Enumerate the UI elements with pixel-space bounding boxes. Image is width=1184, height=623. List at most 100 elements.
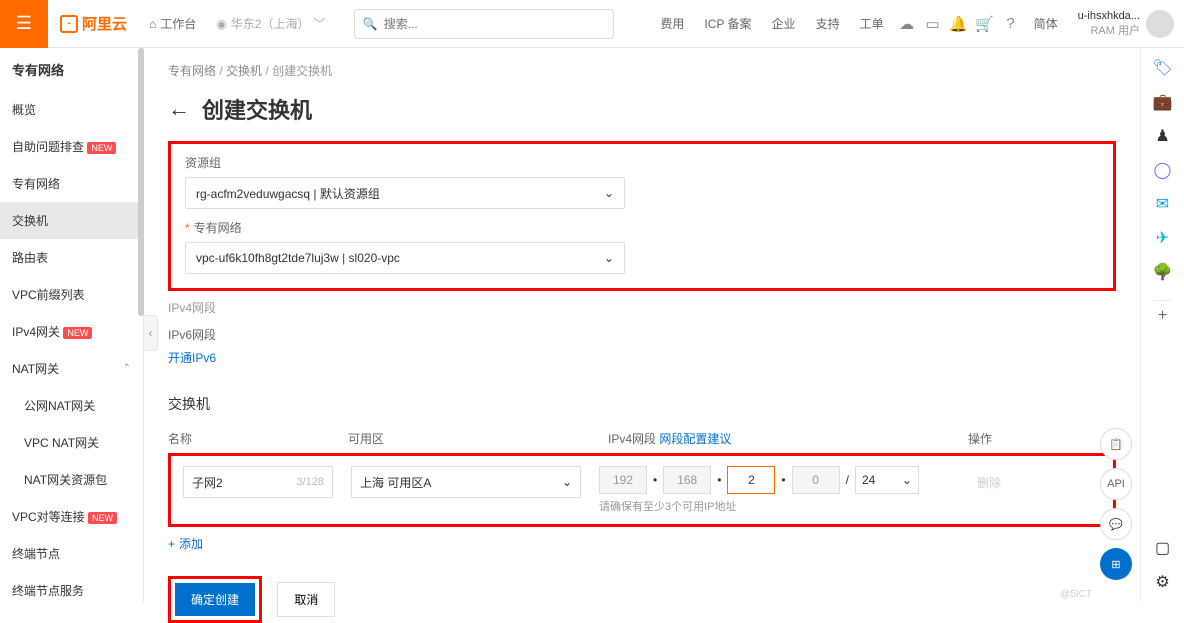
chevron-down-icon: ⌄ (604, 251, 614, 265)
dock-mail-icon[interactable]: ✉ (1153, 194, 1173, 214)
dock-chess-icon[interactable]: ♟ (1153, 126, 1173, 146)
sidebar-item-endpoint[interactable]: 终端节点 (0, 535, 143, 572)
scrollbar[interactable] (138, 48, 144, 316)
dock-gear-icon[interactable]: ⚙ (1153, 572, 1173, 592)
ip-group: 192 • 168 • 2 • 0 / 24 ⌄ 请确保有至少3个可用IP地址 (599, 466, 919, 514)
sidebar-collapse[interactable]: ‹ (144, 315, 158, 351)
user-menu[interactable]: u-ihsxhkda... RAM 用户 (1068, 9, 1184, 38)
sidebar-item-vpc[interactable]: 专有网络 (0, 165, 143, 202)
button-section: 确定创建 取消 (168, 576, 1116, 623)
cart-icon[interactable]: 🛒 (972, 0, 998, 48)
nav-fee[interactable]: 费用 (650, 0, 694, 48)
sidebar-item-endpointsvc[interactable]: 终端节点服务 (0, 572, 143, 602)
dock-ring-icon[interactable]: ◯ (1153, 160, 1173, 180)
zone-select[interactable]: 上海 可用区A ⌄ (351, 466, 581, 498)
dock-panel-icon[interactable]: ▢ (1153, 538, 1173, 558)
menu-button[interactable]: ☰ (0, 0, 48, 48)
col-ipv4: IPv4网段 网段配置建议 (608, 430, 968, 447)
sidebar-item-prefix[interactable]: VPC前缀列表 (0, 276, 143, 313)
region-selector[interactable]: ◉ 华东2（上海） ﹀ (206, 0, 335, 48)
sidebar-item-vswitch[interactable]: 交换机 (0, 202, 143, 239)
sidebar-item-overview[interactable]: 概览 (0, 91, 143, 128)
dock-tag-icon[interactable]: 🏷 (1153, 58, 1173, 78)
delete-action[interactable]: 删除 (937, 466, 1101, 491)
float-chat-icon[interactable]: 💬 (1100, 508, 1132, 540)
nav-icp[interactable]: ICP 备案 (694, 0, 761, 48)
lang-selector[interactable]: 简体 (1024, 0, 1068, 48)
help-icon[interactable]: ? (998, 0, 1024, 48)
sidebar-sub-natpkg[interactable]: NAT网关资源包 (0, 461, 143, 498)
confirm-button[interactable]: 确定创建 (175, 583, 255, 616)
sidebar-item-label: 终端节点服务 (12, 582, 84, 599)
bell-icon[interactable]: 🔔 (946, 0, 972, 48)
float-clipboard-icon[interactable]: 📋 (1100, 428, 1132, 460)
logo-icon: - (60, 15, 78, 33)
ip-octet-1: 192 (599, 466, 647, 494)
vpc-select[interactable]: vpc-uf6k10fh8gt2tde7luj3w | sl020-vpc ⌄ (185, 242, 625, 274)
sidebar-item-peering[interactable]: VPC对等连接 NEW (0, 498, 143, 535)
page-title-row: ← 创建交换机 (144, 93, 1140, 141)
name-count: 3/128 (296, 476, 324, 488)
col-zone: 可用区 (348, 430, 608, 447)
ip-hint: 请确保有至少3个可用IP地址 (599, 498, 919, 514)
search-field[interactable] (384, 17, 605, 31)
sidebar-item-route[interactable]: 路由表 (0, 239, 143, 276)
cancel-button[interactable]: 取消 (277, 582, 335, 617)
vpc-value: vpc-uf6k10fh8gt2tde7luj3w | sl020-vpc (196, 251, 400, 265)
crumb-vswitch[interactable]: 交换机 (226, 64, 262, 78)
crumb-vpc[interactable]: 专有网络 (168, 64, 216, 78)
console-icon[interactable]: ▭ (920, 0, 946, 48)
cidr-suggestion-link[interactable]: 网段配置建议 (659, 432, 731, 446)
sidebar-item-ipv4gw[interactable]: IPv4网关 NEW (0, 313, 143, 350)
vswitch-name-input[interactable]: 子网2 3/128 (183, 466, 333, 498)
sidebar-item-label: NAT网关 (12, 360, 59, 377)
search-input[interactable]: 🔍 (354, 9, 614, 39)
ipv6-label: IPv6网段 (168, 326, 1116, 343)
resource-group-label: 资源组 (185, 154, 1099, 171)
sidebar-item-label: 自助问题排查 (12, 140, 84, 154)
add-vswitch-link[interactable]: + 添加 (144, 527, 1140, 560)
enable-ipv6-link[interactable]: 开通IPv6 (168, 349, 1116, 366)
workbench-link[interactable]: ⌂ 工作台 (139, 0, 206, 48)
right-dock: 🏷 💼 ♟ ◯ ✉ ✈ 🌳 + ▢ ⚙ (1140, 48, 1184, 602)
sidebar-sub-pubnat[interactable]: 公网NAT网关 (0, 387, 143, 424)
sidebar-item-diagnose[interactable]: 自助问题排查 NEW (0, 128, 143, 165)
chevron-up-icon: ⌃ (123, 363, 131, 374)
sidebar-item-nat[interactable]: NAT网关 ⌃ (0, 350, 143, 387)
highlight-box-row: 子网2 3/128 上海 可用区A ⌄ 192 • 168 • 2 • 0 / (168, 453, 1116, 527)
dot: • (717, 473, 721, 487)
sidebar-sub-vpcnat[interactable]: VPC NAT网关 (0, 424, 143, 461)
sidebar-item-label: VPC对等连接 (12, 510, 85, 524)
ipv4-cidr-label: IPv4网段 (168, 299, 1116, 316)
back-arrow-icon[interactable]: ← (168, 96, 190, 122)
dock-send-icon[interactable]: ✈ (1153, 228, 1173, 248)
float-grid-icon[interactable]: ⊞ (1100, 548, 1132, 580)
nav-ticket[interactable]: 工单 (850, 0, 894, 48)
ip-octet-2: 168 (663, 466, 711, 494)
page-title: 创建交换机 (202, 93, 312, 125)
resource-group-select[interactable]: rg-acfm2veduwgacsq | 默认资源组 ⌄ (185, 177, 625, 209)
sidebar-item-label: 概览 (12, 101, 36, 118)
logo[interactable]: - 阿里云 (48, 13, 139, 34)
crumb-current: 创建交换机 (272, 64, 332, 78)
top-header: ☰ - 阿里云 ⌂ 工作台 ◉ 华东2（上海） ﹀ 🔍 费用 ICP 备案 企业… (0, 0, 1184, 48)
nav-enterprise[interactable]: 企业 (762, 0, 806, 48)
new-badge: NEW (87, 142, 116, 154)
chevron-down-icon: ⌄ (562, 475, 572, 489)
sidebar-item-label: 终端节点 (12, 545, 60, 562)
ip-octet-4: 0 (792, 466, 840, 494)
col-op: 操作 (968, 430, 1116, 447)
cidr-select[interactable]: 24 ⌄ (855, 466, 919, 494)
top-right: 费用 ICP 备案 企业 支持 工单 ☁ ▭ 🔔 🛒 ? 简体 u-ihsxhk… (650, 0, 1184, 48)
user-role: RAM 用户 (1078, 24, 1140, 38)
dock-plus-icon[interactable]: + (1153, 300, 1173, 320)
cidr-value: 24 (862, 473, 875, 487)
nav-support[interactable]: 支持 (806, 0, 850, 48)
float-api-button[interactable]: API (1100, 468, 1132, 500)
dock-briefcase-icon[interactable]: 💼 (1153, 92, 1173, 112)
resource-group-value: rg-acfm2veduwgacsq | 默认资源组 (196, 185, 380, 202)
ip-octet-3[interactable]: 2 (727, 466, 775, 494)
cloud-icon[interactable]: ☁ (894, 0, 920, 48)
dock-tree-icon[interactable]: 🌳 (1153, 262, 1173, 282)
col-ipv4-label: IPv4网段 (608, 432, 656, 446)
